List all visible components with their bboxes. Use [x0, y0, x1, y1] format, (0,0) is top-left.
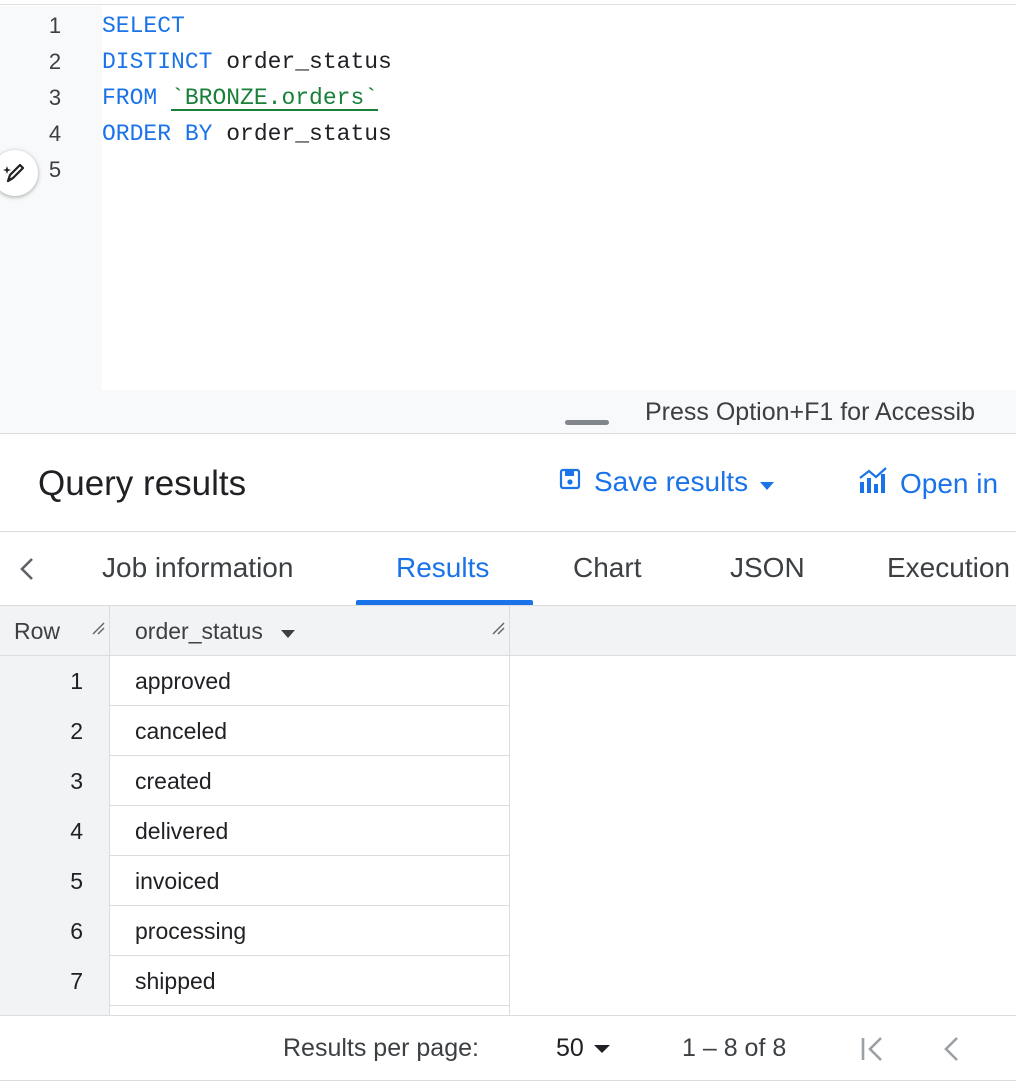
results-title: Query results: [38, 464, 247, 503]
table-row[interactable]: 4 delivered: [0, 806, 510, 856]
line-number: 2: [48, 49, 62, 74]
sql-keyword: ORDER BY: [102, 121, 213, 147]
line-number: 5: [48, 157, 62, 182]
row-number-cell: 1: [0, 656, 110, 706]
row-header-label: Row: [14, 618, 61, 644]
results-per-page-select[interactable]: 50: [556, 1034, 610, 1063]
editor-top-border: [0, 4, 1016, 5]
results-per-page-value: 50: [556, 1034, 584, 1062]
identifier: order_status: [212, 49, 392, 75]
code-line[interactable]: 2 DISTINCT order_status: [0, 44, 1016, 80]
chart-icon: [858, 466, 900, 501]
code-line[interactable]: 4 ORDER BY order_status: [0, 116, 1016, 152]
tab-execution[interactable]: Execution: [887, 552, 1010, 584]
dropdown-arrow-icon: [593, 1044, 610, 1053]
order-status-cell[interactable]: processing: [110, 906, 510, 956]
row-number-cell: 6: [0, 906, 110, 956]
tab-chart[interactable]: Chart: [573, 552, 641, 584]
table-reference: `BRONZE.orders`: [171, 85, 379, 111]
code-text[interactable]: SELECT: [102, 8, 185, 44]
results-tabs: Job information Results Chart JSON Execu…: [0, 532, 1016, 606]
save-icon: [558, 466, 594, 498]
sql-keyword: SELECT: [102, 13, 185, 39]
page-range: 1 – 8 of 8: [682, 1034, 787, 1062]
tab-json[interactable]: JSON: [730, 552, 805, 584]
row-number-cell: 2: [0, 706, 110, 756]
order-status-cell[interactable]: delivered: [110, 806, 510, 856]
pagination-bar: Results per page: 50 1 – 8 of 8: [0, 1015, 1016, 1081]
line-number: 3: [48, 85, 62, 110]
first-page-icon: [861, 1037, 882, 1061]
code-line[interactable]: 1 SELECT: [0, 8, 1016, 44]
table-row[interactable]: 6 processing: [0, 906, 510, 956]
sql-keyword: FROM: [102, 85, 158, 111]
table-row[interactable]: 5 invoiced: [0, 856, 510, 906]
resize-drag-handle[interactable]: [565, 420, 609, 425]
editor-status-bar: Press Option+F1 for Accessib: [0, 390, 1016, 434]
order-status-cell[interactable]: created: [110, 756, 510, 806]
table-row[interactable]: 7 shipped: [0, 956, 510, 1006]
tab-job-information[interactable]: Job information: [102, 552, 293, 584]
line-number: 4: [48, 121, 62, 146]
identifier: [157, 85, 171, 111]
save-results-button[interactable]: Save results: [558, 466, 786, 498]
results-per-page-label: Results per page:: [283, 1034, 479, 1062]
save-results-label: Save results: [594, 466, 749, 497]
tab-results[interactable]: Results: [396, 552, 489, 584]
first-page-button[interactable]: [855, 1032, 889, 1066]
order-status-cell[interactable]: shipped: [110, 956, 510, 1006]
accessibility-hint: Press Option+F1 for Accessib: [645, 398, 976, 426]
results-header: Query results Save results Open in: [0, 434, 1016, 532]
grid-body: 1 approved 2 canceled 3 created 4 delivered 5 inv…: [0, 656, 510, 1016]
order-status-cell[interactable]: canceled: [110, 706, 510, 756]
order-status-cell[interactable]: invoiced: [110, 856, 510, 906]
open-in-button[interactable]: Open in: [858, 466, 998, 501]
sql-keyword: DISTINCT: [102, 49, 213, 75]
row-number-cell: 4: [0, 806, 110, 856]
tab-scroll-left-button[interactable]: [12, 554, 42, 584]
code-text[interactable]: ORDER BY order_status: [102, 116, 392, 152]
table-row[interactable]: 3 created: [0, 756, 510, 806]
sql-editor[interactable]: 1 SELECT 2 DISTINCT order_status 3 FROM `BRON…: [0, 0, 1016, 434]
line-number: 1: [48, 13, 62, 38]
open-in-label: Open in: [900, 467, 999, 499]
code-line[interactable]: 3 FROM `BRONZE.orders`: [0, 80, 1016, 116]
order-status-cell[interactable]: approved: [110, 656, 510, 706]
column-header-label: order_status: [135, 618, 263, 644]
order-status-column-header[interactable]: order_status: [110, 606, 510, 656]
row-number-cell: 7: [0, 956, 110, 1006]
row-column-header[interactable]: Row: [0, 606, 110, 656]
chevron-left-icon: [944, 1037, 958, 1061]
code-line[interactable]: 5: [0, 152, 1016, 188]
column-resize-icon[interactable]: [91, 606, 105, 652]
column-resize-icon[interactable]: [491, 606, 505, 652]
active-tab-indicator: [356, 600, 533, 605]
table-row[interactable]: 1 approved: [0, 656, 510, 706]
row-number-cell: 3: [0, 756, 110, 806]
code-text[interactable]: FROM `BRONZE.orders`: [102, 80, 378, 116]
code-text[interactable]: DISTINCT order_status: [102, 44, 392, 80]
sort-arrow-icon[interactable]: [280, 606, 295, 656]
dropdown-arrow-icon: [760, 466, 786, 498]
results-grid[interactable]: Row order_status 1 approved 2 canceled 3 crea…: [0, 606, 1016, 1016]
previous-page-button[interactable]: [934, 1032, 968, 1066]
grid-header: Row order_status: [0, 606, 1016, 656]
identifier: order_status: [212, 121, 392, 147]
table-row[interactable]: 2 canceled: [0, 706, 510, 756]
row-number-cell: 5: [0, 856, 110, 906]
